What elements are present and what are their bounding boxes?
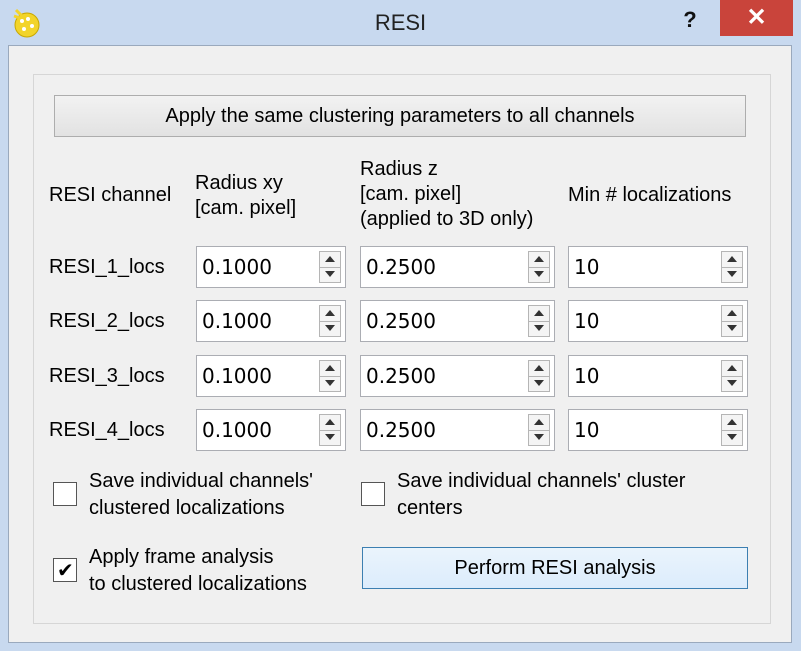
min-localizations-spinbox-value[interactable]: 10 <box>574 255 599 279</box>
spin-up-icon[interactable] <box>320 361 340 377</box>
radius-z-spinbox[interactable]: 0.2500 <box>360 246 555 288</box>
spin-arrows[interactable] <box>528 360 550 392</box>
spin-down-icon[interactable] <box>320 376 340 391</box>
spin-down-icon[interactable] <box>722 376 742 391</box>
frame-analysis-label-line2[interactable]: to clustered localizations <box>89 572 307 597</box>
spin-down-icon[interactable] <box>529 376 549 391</box>
spin-down-icon[interactable] <box>722 430 742 445</box>
apply-same-parameters-button[interactable]: Apply the same clustering parameters to … <box>54 95 746 137</box>
header-radius-z-line2: [cam. pixel] <box>360 183 462 205</box>
min-localizations-spinbox[interactable]: 10 <box>568 355 748 397</box>
spin-arrows[interactable] <box>721 305 743 337</box>
radius-xy-spinbox[interactable]: 0.1000 <box>196 355 346 397</box>
help-button[interactable]: ? <box>668 4 712 36</box>
min-localizations-spinbox-value[interactable]: 10 <box>574 309 599 333</box>
spin-up-icon[interactable] <box>529 306 549 322</box>
radius-xy-spinbox-value[interactable]: 0.1000 <box>202 255 272 279</box>
radius-xy-spinbox[interactable]: 0.1000 <box>196 246 346 288</box>
spin-arrows[interactable] <box>319 251 341 283</box>
spin-arrows[interactable] <box>319 305 341 337</box>
spin-up-icon[interactable] <box>722 306 742 322</box>
spin-arrows[interactable] <box>528 305 550 337</box>
spin-up-icon[interactable] <box>529 252 549 268</box>
channel-label: RESI_3_locs <box>49 365 165 387</box>
spin-down-icon[interactable] <box>320 321 340 336</box>
radius-xy-spinbox[interactable]: 0.1000 <box>196 300 346 342</box>
spin-arrows[interactable] <box>721 251 743 283</box>
channel-label: RESI_4_locs <box>49 419 165 441</box>
header-resi-channel: RESI channel <box>49 184 172 206</box>
header-radius-xy-line2: [cam. pixel] <box>195 197 297 219</box>
min-localizations-spinbox-value[interactable]: 10 <box>574 418 599 442</box>
radius-xy-spinbox-value[interactable]: 0.1000 <box>202 418 272 442</box>
radius-z-spinbox-value[interactable]: 0.2500 <box>366 309 436 333</box>
radius-xy-spinbox-value[interactable]: 0.1000 <box>202 309 272 333</box>
min-localizations-spinbox[interactable]: 10 <box>568 409 748 451</box>
save-centers-checkbox[interactable]: ✔ <box>361 482 385 506</box>
radius-xy-spinbox-value[interactable]: 0.1000 <box>202 364 272 388</box>
frame-analysis-label-line1[interactable]: Apply frame analysis <box>89 545 274 570</box>
close-button[interactable]: ✕ <box>720 0 793 36</box>
spin-arrows[interactable] <box>319 414 341 446</box>
save-centers-label-line2[interactable]: centers <box>397 496 463 521</box>
spin-down-icon[interactable] <box>529 267 549 282</box>
spin-up-icon[interactable] <box>320 415 340 431</box>
channel-label: RESI_2_locs <box>49 310 165 332</box>
dialog-body: Apply the same clustering parameters to … <box>8 45 792 643</box>
resi-dialog: RESI ? ✕ Apply the same clustering param… <box>0 0 801 651</box>
header-radius-z-line1: Radius z <box>360 158 438 180</box>
spin-up-icon[interactable] <box>529 361 549 377</box>
radius-z-spinbox-value[interactable]: 0.2500 <box>366 364 436 388</box>
header-min-localizations: Min # localizations <box>568 184 732 206</box>
channel-label: RESI_1_locs <box>49 256 165 278</box>
min-localizations-spinbox[interactable]: 10 <box>568 300 748 342</box>
radius-z-spinbox[interactable]: 0.2500 <box>360 300 555 342</box>
spin-up-icon[interactable] <box>320 252 340 268</box>
radius-z-spinbox[interactable]: 0.2500 <box>360 355 555 397</box>
perform-resi-analysis-button[interactable]: Perform RESI analysis <box>362 547 748 589</box>
check-mark-icon: ✔ <box>57 558 74 582</box>
save-centers-label-line1[interactable]: Save individual channels' cluster <box>397 469 685 494</box>
spin-up-icon[interactable] <box>722 415 742 431</box>
spin-arrows[interactable] <box>528 251 550 283</box>
spin-down-icon[interactable] <box>529 321 549 336</box>
spin-up-icon[interactable] <box>529 415 549 431</box>
spin-up-icon[interactable] <box>722 361 742 377</box>
spin-down-icon[interactable] <box>722 321 742 336</box>
spin-up-icon[interactable] <box>320 306 340 322</box>
spin-arrows[interactable] <box>319 360 341 392</box>
title-bar[interactable]: RESI ? ✕ <box>0 0 801 45</box>
save-clustered-label-line1[interactable]: Save individual channels' <box>89 469 313 494</box>
radius-z-spinbox-value[interactable]: 0.2500 <box>366 418 436 442</box>
spin-down-icon[interactable] <box>529 430 549 445</box>
spin-down-icon[interactable] <box>722 267 742 282</box>
min-localizations-spinbox-value[interactable]: 10 <box>574 364 599 388</box>
spin-arrows[interactable] <box>528 414 550 446</box>
spin-down-icon[interactable] <box>320 430 340 445</box>
spin-down-icon[interactable] <box>320 267 340 282</box>
spin-up-icon[interactable] <box>722 252 742 268</box>
spin-arrows[interactable] <box>721 360 743 392</box>
radius-xy-spinbox[interactable]: 0.1000 <box>196 409 346 451</box>
min-localizations-spinbox[interactable]: 10 <box>568 246 748 288</box>
header-radius-z-line3: (applied to 3D only) <box>360 208 534 230</box>
spin-arrows[interactable] <box>721 414 743 446</box>
radius-z-spinbox-value[interactable]: 0.2500 <box>366 255 436 279</box>
frame-analysis-checkbox[interactable]: ✔ <box>53 558 77 582</box>
save-clustered-label-line2[interactable]: clustered localizations <box>89 496 285 521</box>
header-radius-xy-line1: Radius xy <box>195 172 283 194</box>
save-clustered-checkbox[interactable]: ✔ <box>53 482 77 506</box>
radius-z-spinbox[interactable]: 0.2500 <box>360 409 555 451</box>
